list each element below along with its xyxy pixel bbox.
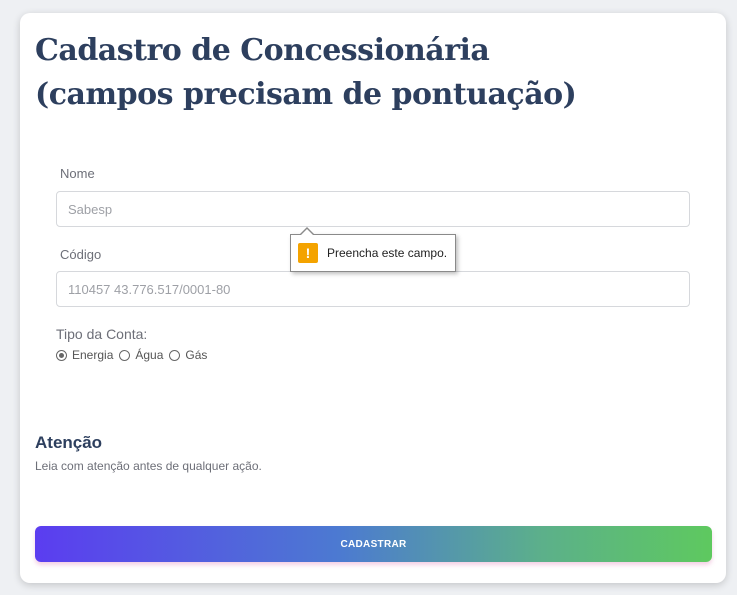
warning-icon: ! bbox=[298, 243, 318, 263]
tipo-conta-label: Tipo da Conta: bbox=[56, 326, 148, 342]
nome-label: Nome bbox=[60, 166, 95, 181]
page-title: Cadastro de Concessionária (campos preci… bbox=[35, 33, 577, 112]
radio-agua[interactable]: Água bbox=[119, 348, 165, 362]
attention-text: Leia com atenção antes de qualquer ação. bbox=[35, 459, 262, 473]
radio-agua-control[interactable] bbox=[119, 349, 131, 361]
nome-input[interactable] bbox=[56, 191, 690, 227]
validation-message: Preencha este campo. bbox=[327, 246, 448, 260]
codigo-label: Código bbox=[60, 247, 102, 262]
form-card: Cadastro de Concessionária (campos preci… bbox=[20, 13, 726, 583]
radio-energia-label: Energia bbox=[72, 348, 114, 362]
radio-energia-control[interactable] bbox=[56, 349, 67, 361]
cadastrar-button[interactable]: CADASTRAR bbox=[35, 526, 712, 562]
codigo-input[interactable] bbox=[56, 271, 690, 307]
attention-title: Atenção bbox=[35, 433, 103, 452]
radio-gas-label: Gás bbox=[185, 348, 208, 362]
radio-agua-label: Água bbox=[135, 348, 164, 362]
radio-gas-control[interactable] bbox=[169, 349, 181, 361]
validation-tooltip: ! Preencha este campo. bbox=[290, 227, 456, 272]
tipo-conta-radio-group: Energia Água Gás bbox=[56, 348, 213, 362]
radio-energia[interactable]: Energia bbox=[56, 348, 115, 362]
radio-gas[interactable]: Gás bbox=[169, 348, 209, 362]
